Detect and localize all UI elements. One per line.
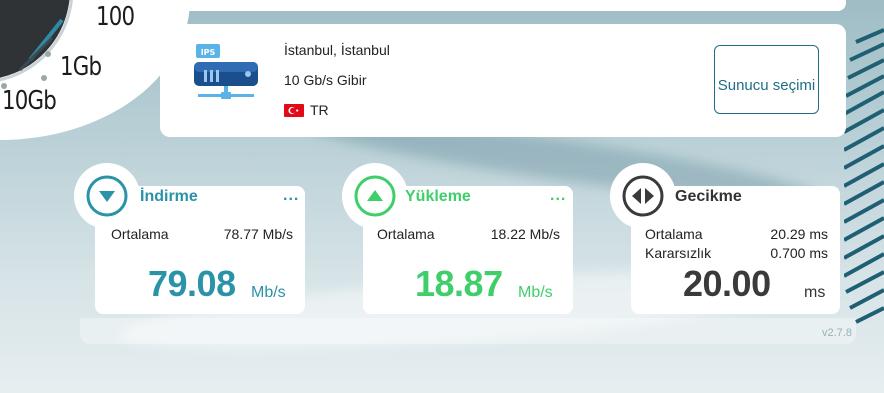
upload-average-row: Ortalama 18.22 Mb/s (377, 226, 560, 242)
upload-average-label: Ortalama (377, 226, 435, 242)
download-icon-circle (74, 163, 140, 229)
gauge-label-100: 100 (96, 2, 135, 32)
upload-more-dots[interactable]: ... (550, 187, 566, 205)
server-country: TR (284, 100, 390, 130)
server-provider: 10 Gb/s Gibir (284, 72, 367, 88)
server-city: İstanbul, İstanbul (284, 42, 390, 58)
server-select-button[interactable]: Sunucu seçimi (714, 45, 819, 114)
turkey-flag-icon (284, 104, 304, 117)
upload-title: Yükleme (405, 188, 471, 205)
download-unit: Mb/s (251, 284, 286, 301)
download-average-label: Ortalama (111, 226, 169, 242)
ips-badge: IPS (201, 48, 216, 57)
latency-jitter-row: Kararsızlık 0.700 ms (645, 245, 828, 261)
download-more-dots[interactable]: ... (283, 187, 299, 205)
server-info: İstanbul, İstanbul 10 Gb/s Gibir TR (284, 40, 390, 130)
upload-arrow-icon (354, 175, 396, 217)
top-panel-edge (180, 0, 846, 11)
results-panel-bottom (80, 318, 856, 344)
latency-average-label: Ortalama (645, 226, 703, 242)
country-code: TR (310, 102, 329, 118)
latency-unit: ms (804, 284, 826, 301)
gauge-label-1gb: 1Gb (60, 52, 102, 82)
upload-speed-value: 18.87 (415, 263, 503, 304)
download-arrow-icon (86, 175, 128, 217)
upload-average-value: 18.22 Mb/s (490, 226, 560, 242)
upload-unit: Mb/s (518, 284, 553, 301)
decorative-stripes (844, 28, 884, 324)
server-icon: IPS (194, 44, 258, 99)
latency-title: Gecikme (675, 188, 742, 205)
upload-icon-circle (342, 163, 408, 229)
download-title: İndirme (140, 188, 198, 205)
latency-average-value: 20.29 ms (770, 226, 828, 242)
download-speed-value: 79.08 (148, 263, 236, 304)
server-card: IPS İstanbul, İstanbul 10 Gb/s Gibir TR … (160, 24, 846, 137)
latency-value: 20.00 (683, 263, 771, 304)
download-average-row: Ortalama 78.77 Mb/s (111, 226, 293, 242)
download-average-value: 78.77 Mb/s (223, 226, 293, 242)
latency-average-row: Ortalama 20.29 ms (645, 226, 828, 242)
ping-icon (622, 175, 664, 217)
latency-jitter-label: Kararsızlık (645, 245, 712, 261)
latency-jitter-value: 0.700 ms (770, 245, 828, 261)
version-label: v2.7.8 (822, 327, 852, 339)
latency-icon-circle (610, 163, 676, 229)
gauge-label-10gb: 10Gb (2, 86, 57, 116)
